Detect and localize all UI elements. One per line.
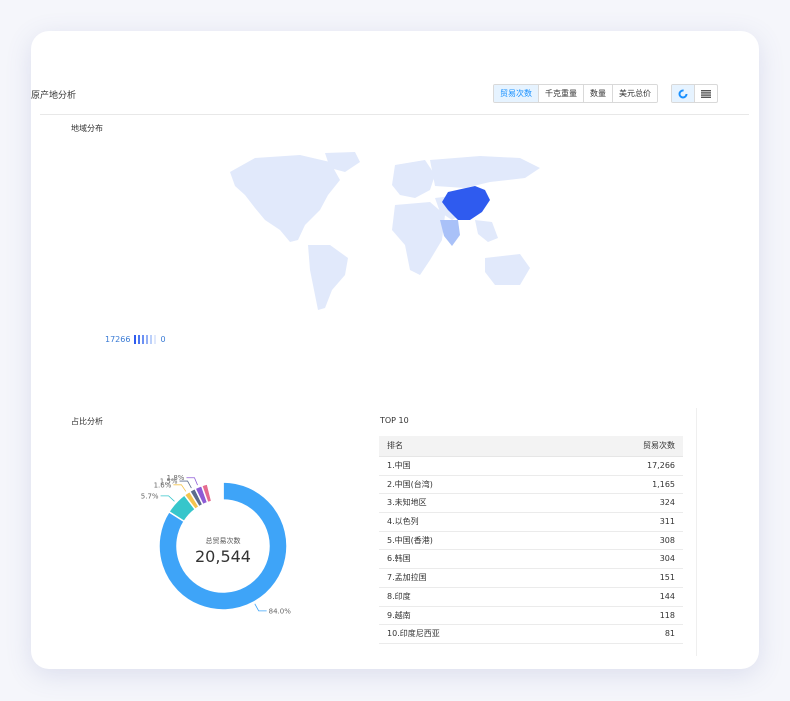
map-section-title: 地域分布 <box>71 124 103 133</box>
map-india <box>440 220 460 246</box>
table-row: 8.印度 144 <box>379 588 683 607</box>
table-row: 9.越南 118 <box>379 607 683 626</box>
row-name: 4.以色列 <box>387 517 419 527</box>
table-header: 排名 贸易次数 <box>379 436 683 457</box>
col-count-header: 贸易次数 <box>643 441 675 450</box>
donut-center-label: 总贸易次数 <box>205 537 241 545</box>
legend-min-value: 0 <box>160 335 166 344</box>
tab-weight-kg[interactable]: 千克重量 <box>539 85 584 102</box>
table-row: 10.印度尼西亚 81 <box>379 625 683 644</box>
map-russia <box>430 156 540 188</box>
row-name: 7.孟加拉国 <box>387 573 427 583</box>
table-row: 7.孟加拉国 151 <box>379 569 683 588</box>
table-row: 3.未知地区 324 <box>379 494 683 514</box>
row-count: 1,165 <box>652 479 675 489</box>
legend-max-value: 17266 <box>105 335 131 344</box>
row-name: 5.中国(香港) <box>387 535 433 545</box>
map-north-america <box>230 155 340 242</box>
row-count: 81 <box>664 629 675 639</box>
top10-table: 排名 贸易次数 1.中国 17,266 2.中国(台湾) 1,165 3.未知地区 3… <box>379 436 683 644</box>
tab-trade-count[interactable]: 贸易次数 <box>494 85 539 102</box>
row-name: 2.中国(台湾) <box>387 479 433 489</box>
table-row: 6.韩国 304 <box>379 550 683 570</box>
table-row: 5.中国(香港) 308 <box>379 532 683 551</box>
map-southeast-asia <box>475 220 498 242</box>
donut-slice-label: 1.8% <box>167 474 185 482</box>
row-name: 9.越南 <box>387 610 411 620</box>
legend-step <box>154 335 157 344</box>
row-name: 1.中国 <box>387 461 411 470</box>
top10-title: TOP 10 <box>380 416 409 425</box>
donut-label-line <box>254 603 267 612</box>
table-row: 4.以色列 311 <box>379 513 683 532</box>
row-count: 144 <box>659 591 675 601</box>
row-name: 8.印度 <box>387 591 411 601</box>
table-row: 2.中国(台湾) 1,165 <box>379 476 683 495</box>
row-name: 10.印度尼西亚 <box>387 629 440 639</box>
col-rank-header: 排名 <box>387 441 403 450</box>
donut-label-line <box>173 484 187 492</box>
row-count: 324 <box>659 498 675 508</box>
view-toggle <box>671 84 718 103</box>
legend-scale <box>134 335 157 344</box>
legend-step <box>142 335 145 344</box>
row-name: 6.韩国 <box>387 554 411 564</box>
map-legend: 17266 0 <box>105 335 166 344</box>
right-divider <box>696 408 697 656</box>
tab-usd-total[interactable]: 美元总价 <box>613 85 657 102</box>
row-name: 3.未知地区 <box>387 498 427 508</box>
donut-chart-icon[interactable] <box>672 85 695 102</box>
row-count: 311 <box>659 517 675 527</box>
table-row: 1.中国 17,266 <box>379 457 683 476</box>
legend-step <box>150 335 153 344</box>
table-grid-icon[interactable] <box>695 85 717 102</box>
row-count: 308 <box>659 535 675 545</box>
map-south-america <box>308 245 348 310</box>
tab-quantity[interactable]: 数量 <box>584 85 613 102</box>
donut-slice-label: 84.0% <box>269 607 292 615</box>
share-section-title: 占比分析 <box>71 417 103 426</box>
map-australia <box>485 254 530 285</box>
donut-center-value: 20,544 <box>195 547 251 566</box>
map-europe <box>392 160 435 198</box>
row-count: 17,266 <box>647 461 675 470</box>
donut-label-line <box>160 495 175 502</box>
legend-step <box>146 335 149 344</box>
row-count: 151 <box>659 573 675 583</box>
map-africa <box>392 202 445 275</box>
legend-step <box>138 335 141 344</box>
world-map <box>230 152 540 310</box>
donut-slice-label: 5.7% <box>141 492 159 500</box>
row-count: 304 <box>659 554 675 564</box>
row-count: 118 <box>659 610 675 620</box>
page-title: 原产地分析 <box>31 91 77 101</box>
legend-step <box>134 335 137 344</box>
metric-tabs: 贸易次数 千克重量 数量 美元总价 <box>493 84 658 103</box>
